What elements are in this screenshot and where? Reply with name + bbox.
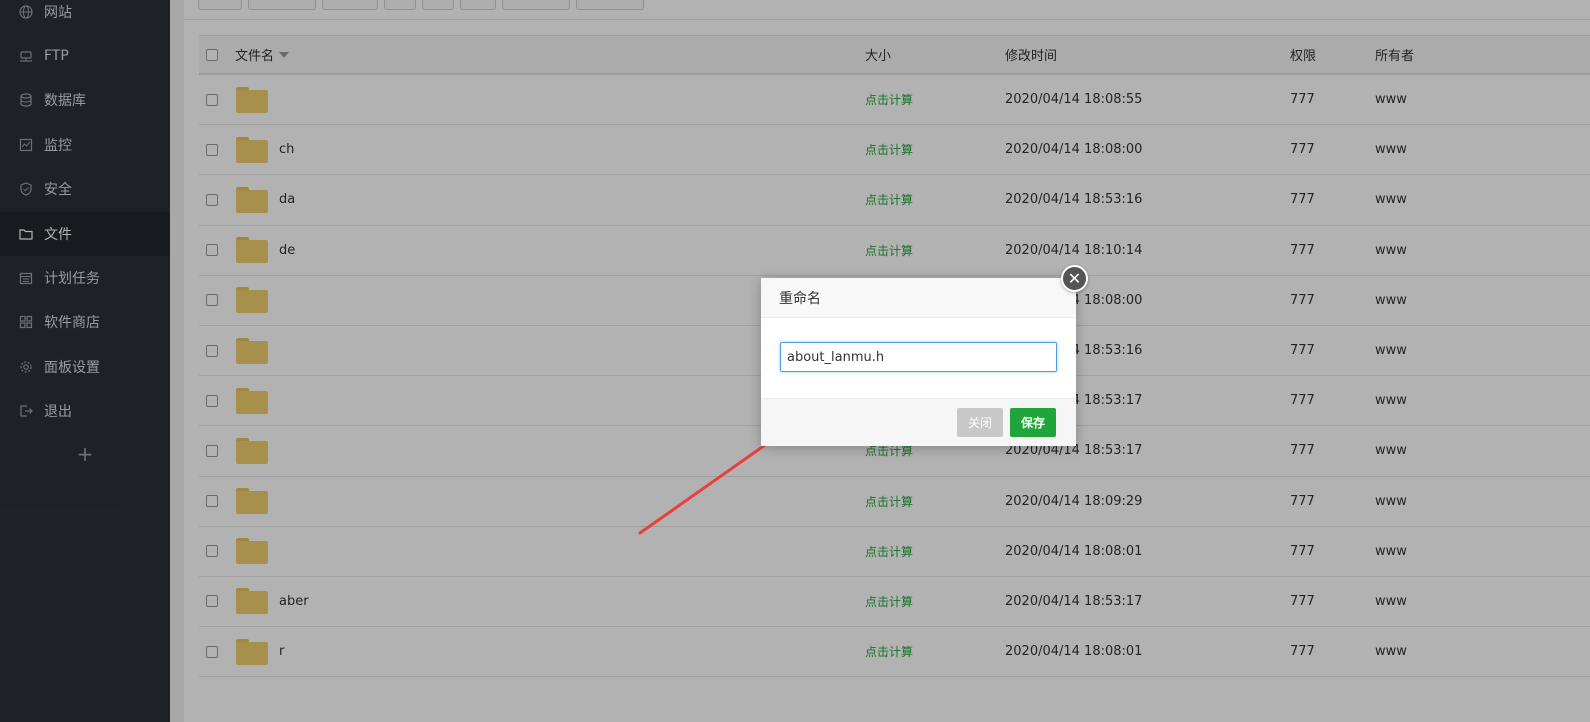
close-icon[interactable]: ✕ [1061,265,1088,292]
close-button[interactable]: 关闭 [957,408,1003,437]
rename-input[interactable] [780,342,1057,372]
rename-dialog: 重命名 ✕ 关闭 保存 [761,265,1088,446]
dialog-title: 重命名 [761,278,1076,318]
save-button[interactable]: 保存 [1010,408,1056,437]
dialog-body [761,318,1076,398]
dialog-footer: 关闭 保存 [761,398,1076,446]
